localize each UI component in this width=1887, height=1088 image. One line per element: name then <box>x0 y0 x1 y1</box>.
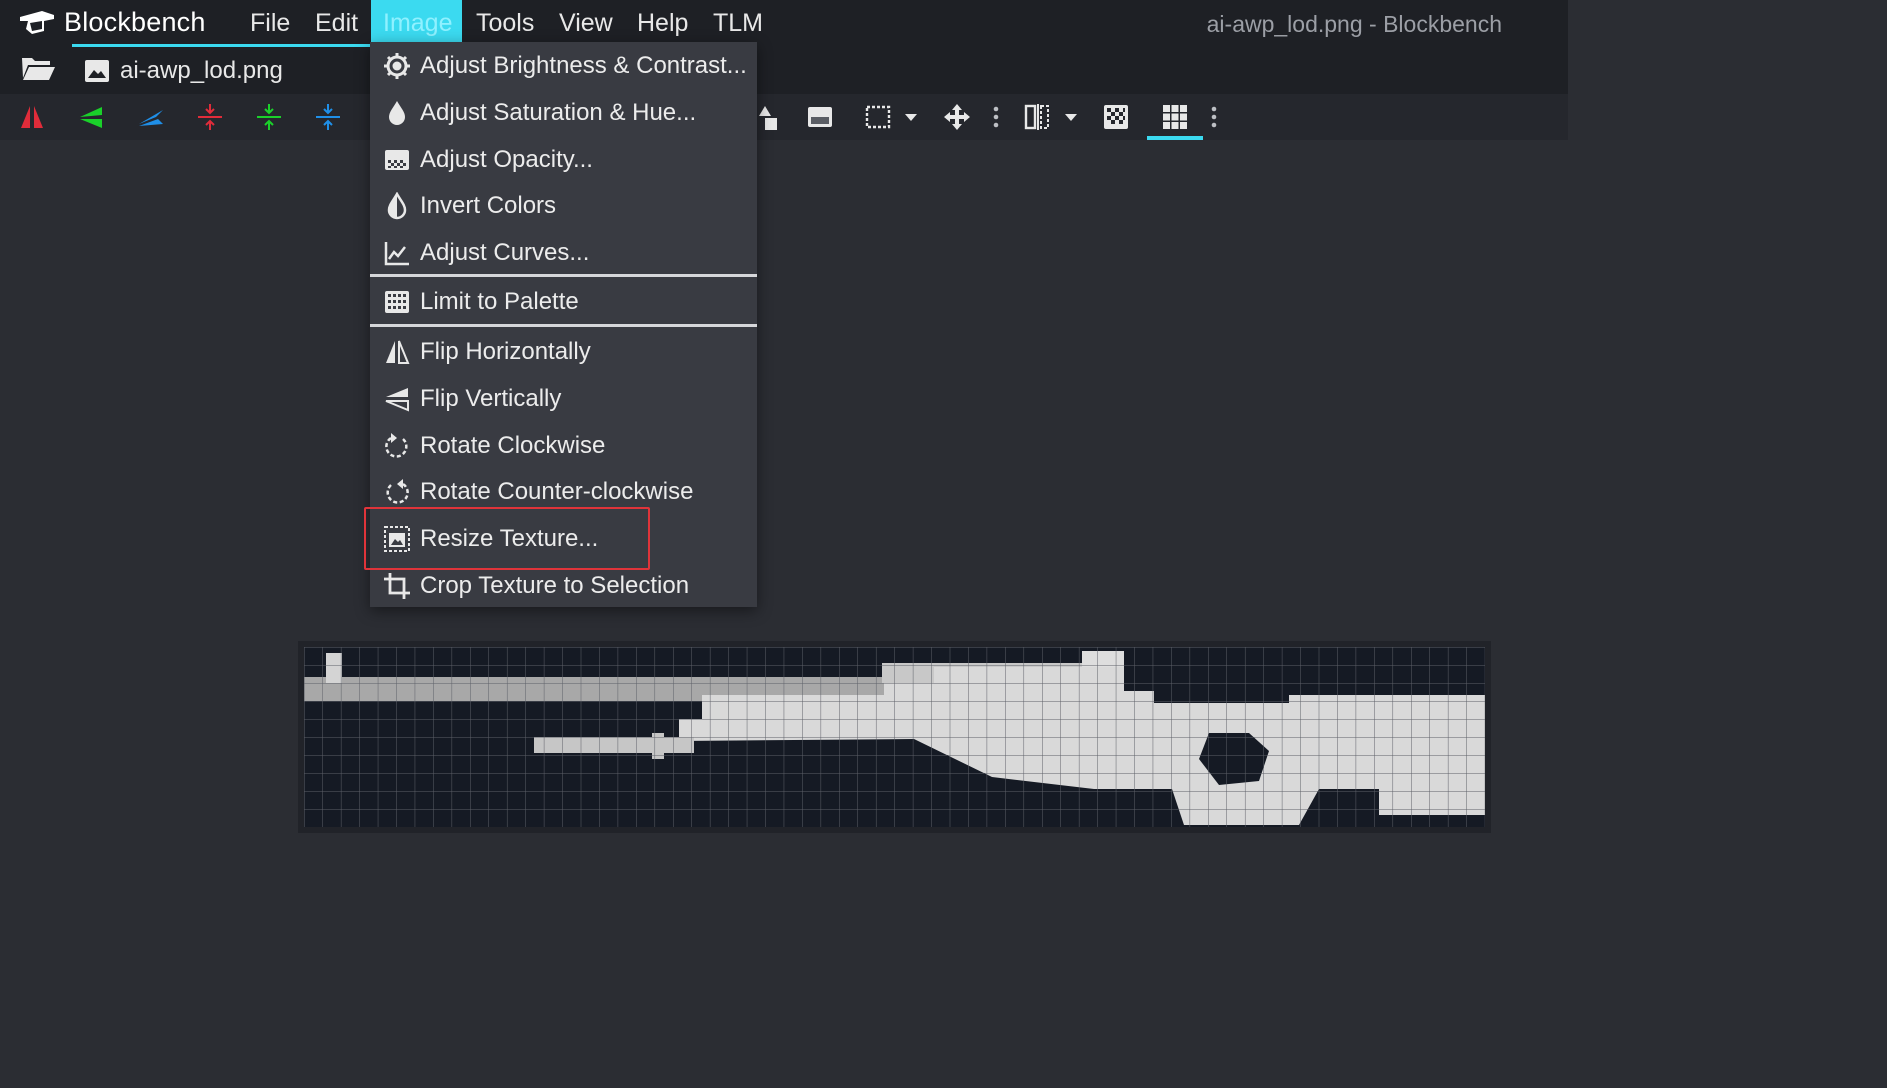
mirror-painting-tool[interactable] <box>1019 100 1055 134</box>
blockbench-logo-icon <box>20 11 54 34</box>
curves-icon <box>382 238 412 268</box>
center-x-icon <box>198 104 222 130</box>
menu-edit[interactable]: Edit <box>303 0 370 44</box>
mirror-y-tool[interactable] <box>73 100 109 134</box>
palette-grid-icon <box>382 287 412 317</box>
open-folder-icon[interactable] <box>20 50 56 86</box>
brightness-icon <box>382 51 412 81</box>
menu-item-flip-horizontally[interactable]: Flip Horizontally <box>370 329 757 375</box>
tab-ai-awp-lod[interactable]: ai-awp_lod.png <box>72 44 372 94</box>
invert-icon <box>382 191 412 221</box>
texture-preview <box>304 647 1485 827</box>
center-y-tool[interactable] <box>251 100 287 134</box>
menu-item-label: Flip Horizontally <box>420 338 591 365</box>
checkerboard-icon <box>1104 105 1128 129</box>
rotate-ccw-icon <box>382 477 412 507</box>
texture-canvas[interactable] <box>298 641 1491 833</box>
flip-horizontal-icon <box>382 337 412 367</box>
selection-tool[interactable] <box>860 100 896 134</box>
menu-item-rotate-clockwise[interactable]: Rotate Clockwise <box>370 423 757 469</box>
center-z-tool[interactable] <box>310 100 346 134</box>
dropdown-caret-icon <box>1065 114 1077 121</box>
center-y-icon <box>257 104 281 130</box>
move-icon <box>944 104 970 130</box>
drop-icon <box>382 98 412 128</box>
app-logo[interactable]: Blockbench <box>18 4 206 40</box>
opacity-icon <box>382 145 412 175</box>
menu-tlm[interactable]: TLM <box>701 0 775 44</box>
checkerboard-tool[interactable] <box>1098 100 1134 134</box>
rotate-cw-icon <box>382 431 412 461</box>
mirror-x-icon <box>21 106 43 128</box>
menu-item-label: Adjust Curves... <box>420 239 590 266</box>
menu-item-label: Adjust Brightness & Contrast... <box>420 52 747 79</box>
kebab-icon[interactable] <box>992 104 1000 130</box>
window-title: ai-awp_lod.png - Blockbench <box>1206 11 1502 37</box>
menu-item-label: Adjust Saturation & Hue... <box>420 99 697 126</box>
opacity-icon <box>808 107 832 127</box>
menu-item-adjust-brightness-contrast[interactable]: Adjust Brightness & Contrast... <box>370 43 757 89</box>
menu-item-label: Crop Texture to Selection <box>420 572 690 599</box>
menu-image[interactable]: Image <box>371 0 462 44</box>
menu-bar: Blockbench File Edit Image Tools View He… <box>0 0 1568 44</box>
menu-item-flip-vertically[interactable]: Flip Vertically <box>370 376 757 422</box>
menu-item-adjust-saturation-hue[interactable]: Adjust Saturation & Hue... <box>370 90 757 136</box>
menu-item-label: Rotate Clockwise <box>420 432 606 459</box>
menu-item-label: Limit to Palette <box>420 288 579 315</box>
toolbar <box>0 94 1568 140</box>
dropdown-caret-icon <box>905 114 917 121</box>
selection-dropdown[interactable] <box>896 100 926 134</box>
mirror-painting-icon <box>1024 104 1049 130</box>
kebab-icon[interactable] <box>1210 104 1218 130</box>
menu-view[interactable]: View <box>547 0 625 44</box>
selection-rect-icon <box>865 105 891 129</box>
mirror-z-tool[interactable] <box>133 100 169 134</box>
menu-file[interactable]: File <box>238 0 302 44</box>
menu-item-limit-to-palette[interactable]: Limit to Palette <box>370 279 757 325</box>
menu-item-invert-colors[interactable]: Invert Colors <box>370 183 757 229</box>
grid-tool[interactable] <box>1147 100 1203 140</box>
menu-item-label: Rotate Counter-clockwise <box>420 478 694 505</box>
center-z-icon <box>316 104 340 130</box>
menu-item-label: Invert Colors <box>420 192 557 219</box>
tab-bar: ai-awp_lod.png <box>0 44 1568 94</box>
menu-tools[interactable]: Tools <box>464 0 546 44</box>
menu-item-label: Adjust Opacity... <box>420 146 593 173</box>
mirror-painting-dropdown[interactable] <box>1056 100 1086 134</box>
mirror-x-tool[interactable] <box>14 100 50 134</box>
resize-texture-highlight <box>364 507 650 570</box>
crop-icon <box>382 571 412 601</box>
image-icon <box>85 59 109 82</box>
menu-item-adjust-curves[interactable]: Adjust Curves... <box>370 230 757 276</box>
grid-icon <box>1163 105 1187 129</box>
center-x-tool[interactable] <box>192 100 228 134</box>
mirror-z-icon <box>139 110 163 126</box>
menu-item-adjust-opacity[interactable]: Adjust Opacity... <box>370 137 757 183</box>
flip-vertical-icon <box>382 384 412 414</box>
tab-label: ai-awp_lod.png <box>120 56 283 84</box>
menu-item-label: Flip Vertically <box>420 385 562 412</box>
menu-separator <box>370 274 757 277</box>
app-name: Blockbench <box>64 6 206 37</box>
opacity-tool[interactable] <box>802 100 838 134</box>
move-tool[interactable] <box>939 100 975 134</box>
menu-separator <box>370 324 757 327</box>
menu-help[interactable]: Help <box>625 0 700 44</box>
mirror-y-icon <box>80 107 102 128</box>
